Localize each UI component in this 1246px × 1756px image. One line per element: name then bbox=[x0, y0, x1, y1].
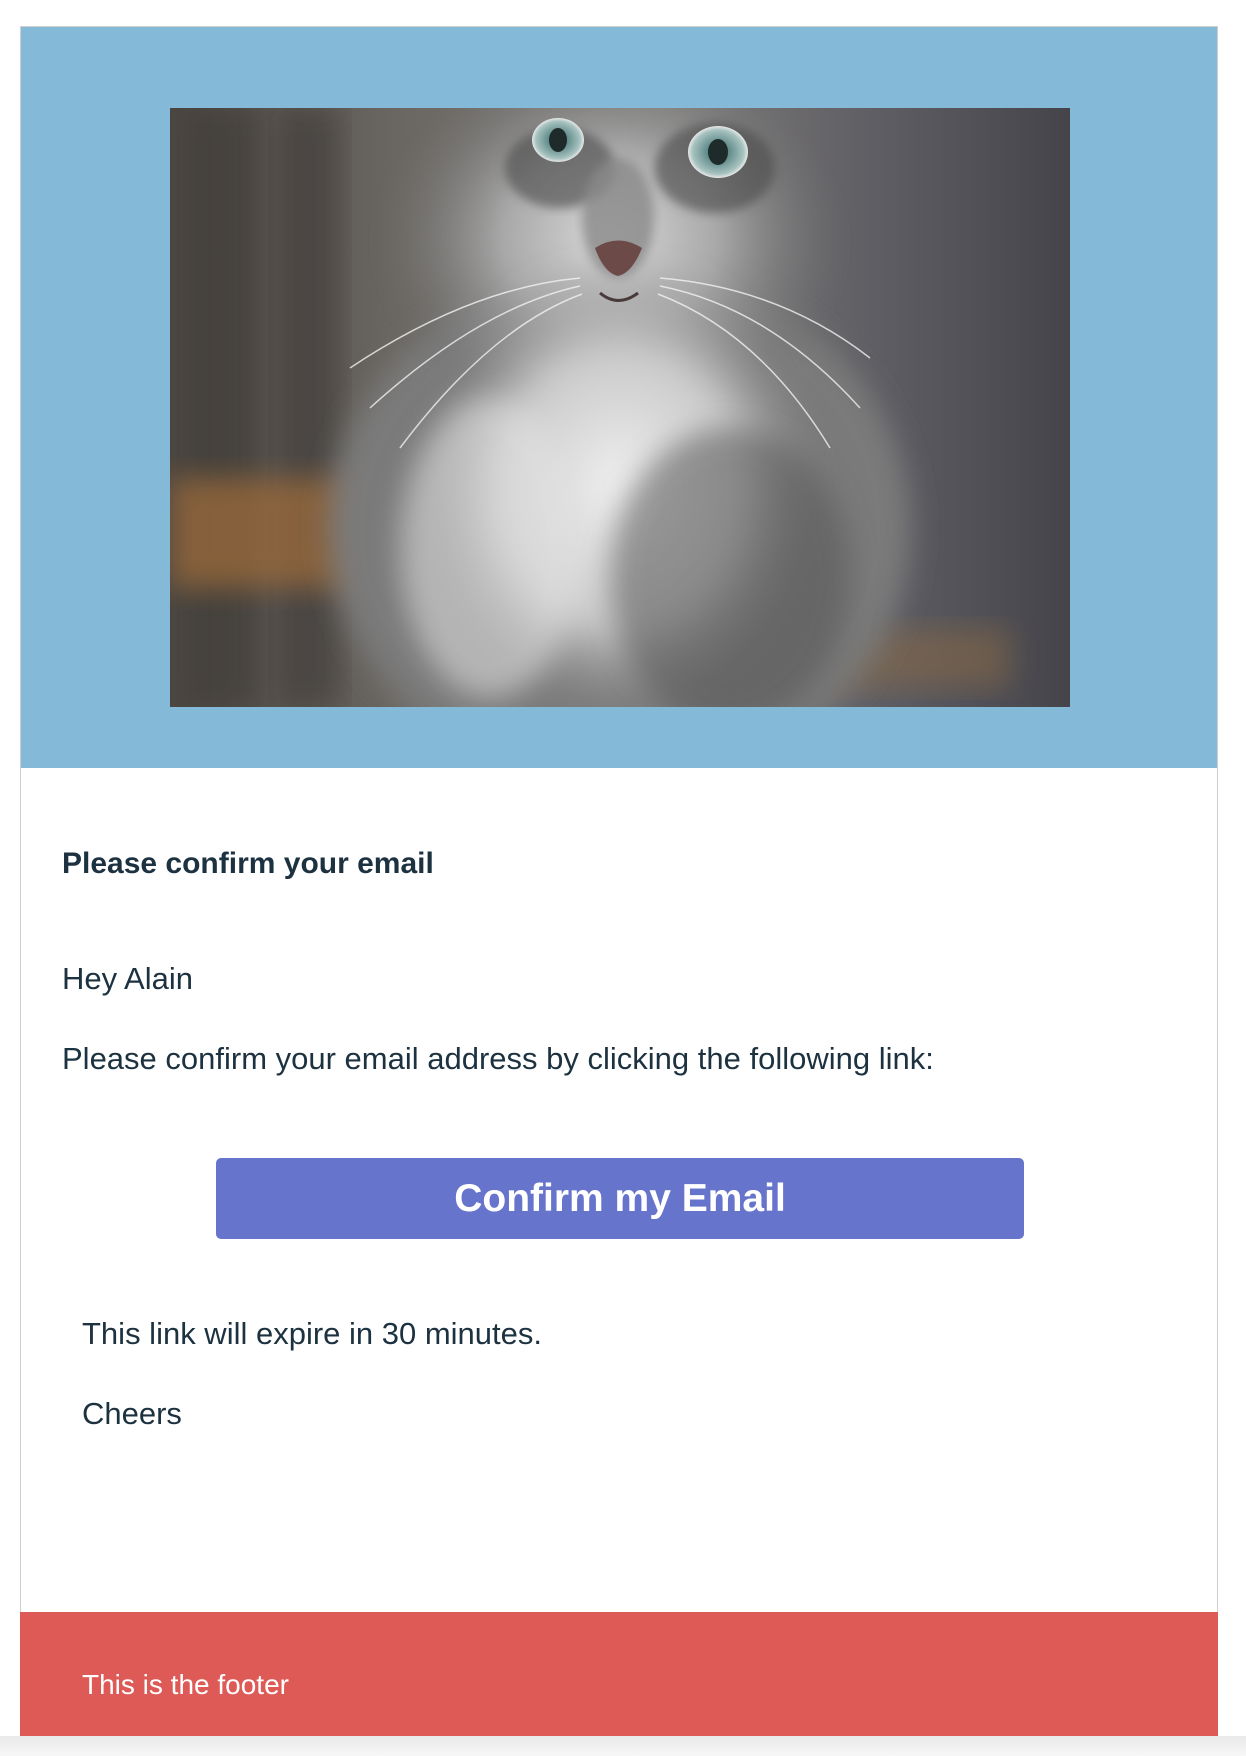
email-card bbox=[20, 26, 1218, 1756]
greeting-text: Hey Alain bbox=[62, 961, 193, 996]
page-bottom-shadow bbox=[0, 1736, 1246, 1756]
email-heading: Please confirm your email bbox=[62, 847, 434, 880]
email-footer: This is the footer bbox=[20, 1612, 1218, 1736]
confirm-email-button[interactable]: Confirm my Email bbox=[216, 1158, 1024, 1239]
footer-text: This is the footer bbox=[82, 1669, 289, 1700]
instruction-text: Please confirm your email address by cli… bbox=[62, 1041, 934, 1076]
kitten-photo bbox=[170, 108, 1070, 707]
hero-banner bbox=[21, 27, 1217, 768]
signoff-text: Cheers bbox=[82, 1396, 182, 1431]
expiry-note: This link will expire in 30 minutes. bbox=[82, 1316, 543, 1351]
